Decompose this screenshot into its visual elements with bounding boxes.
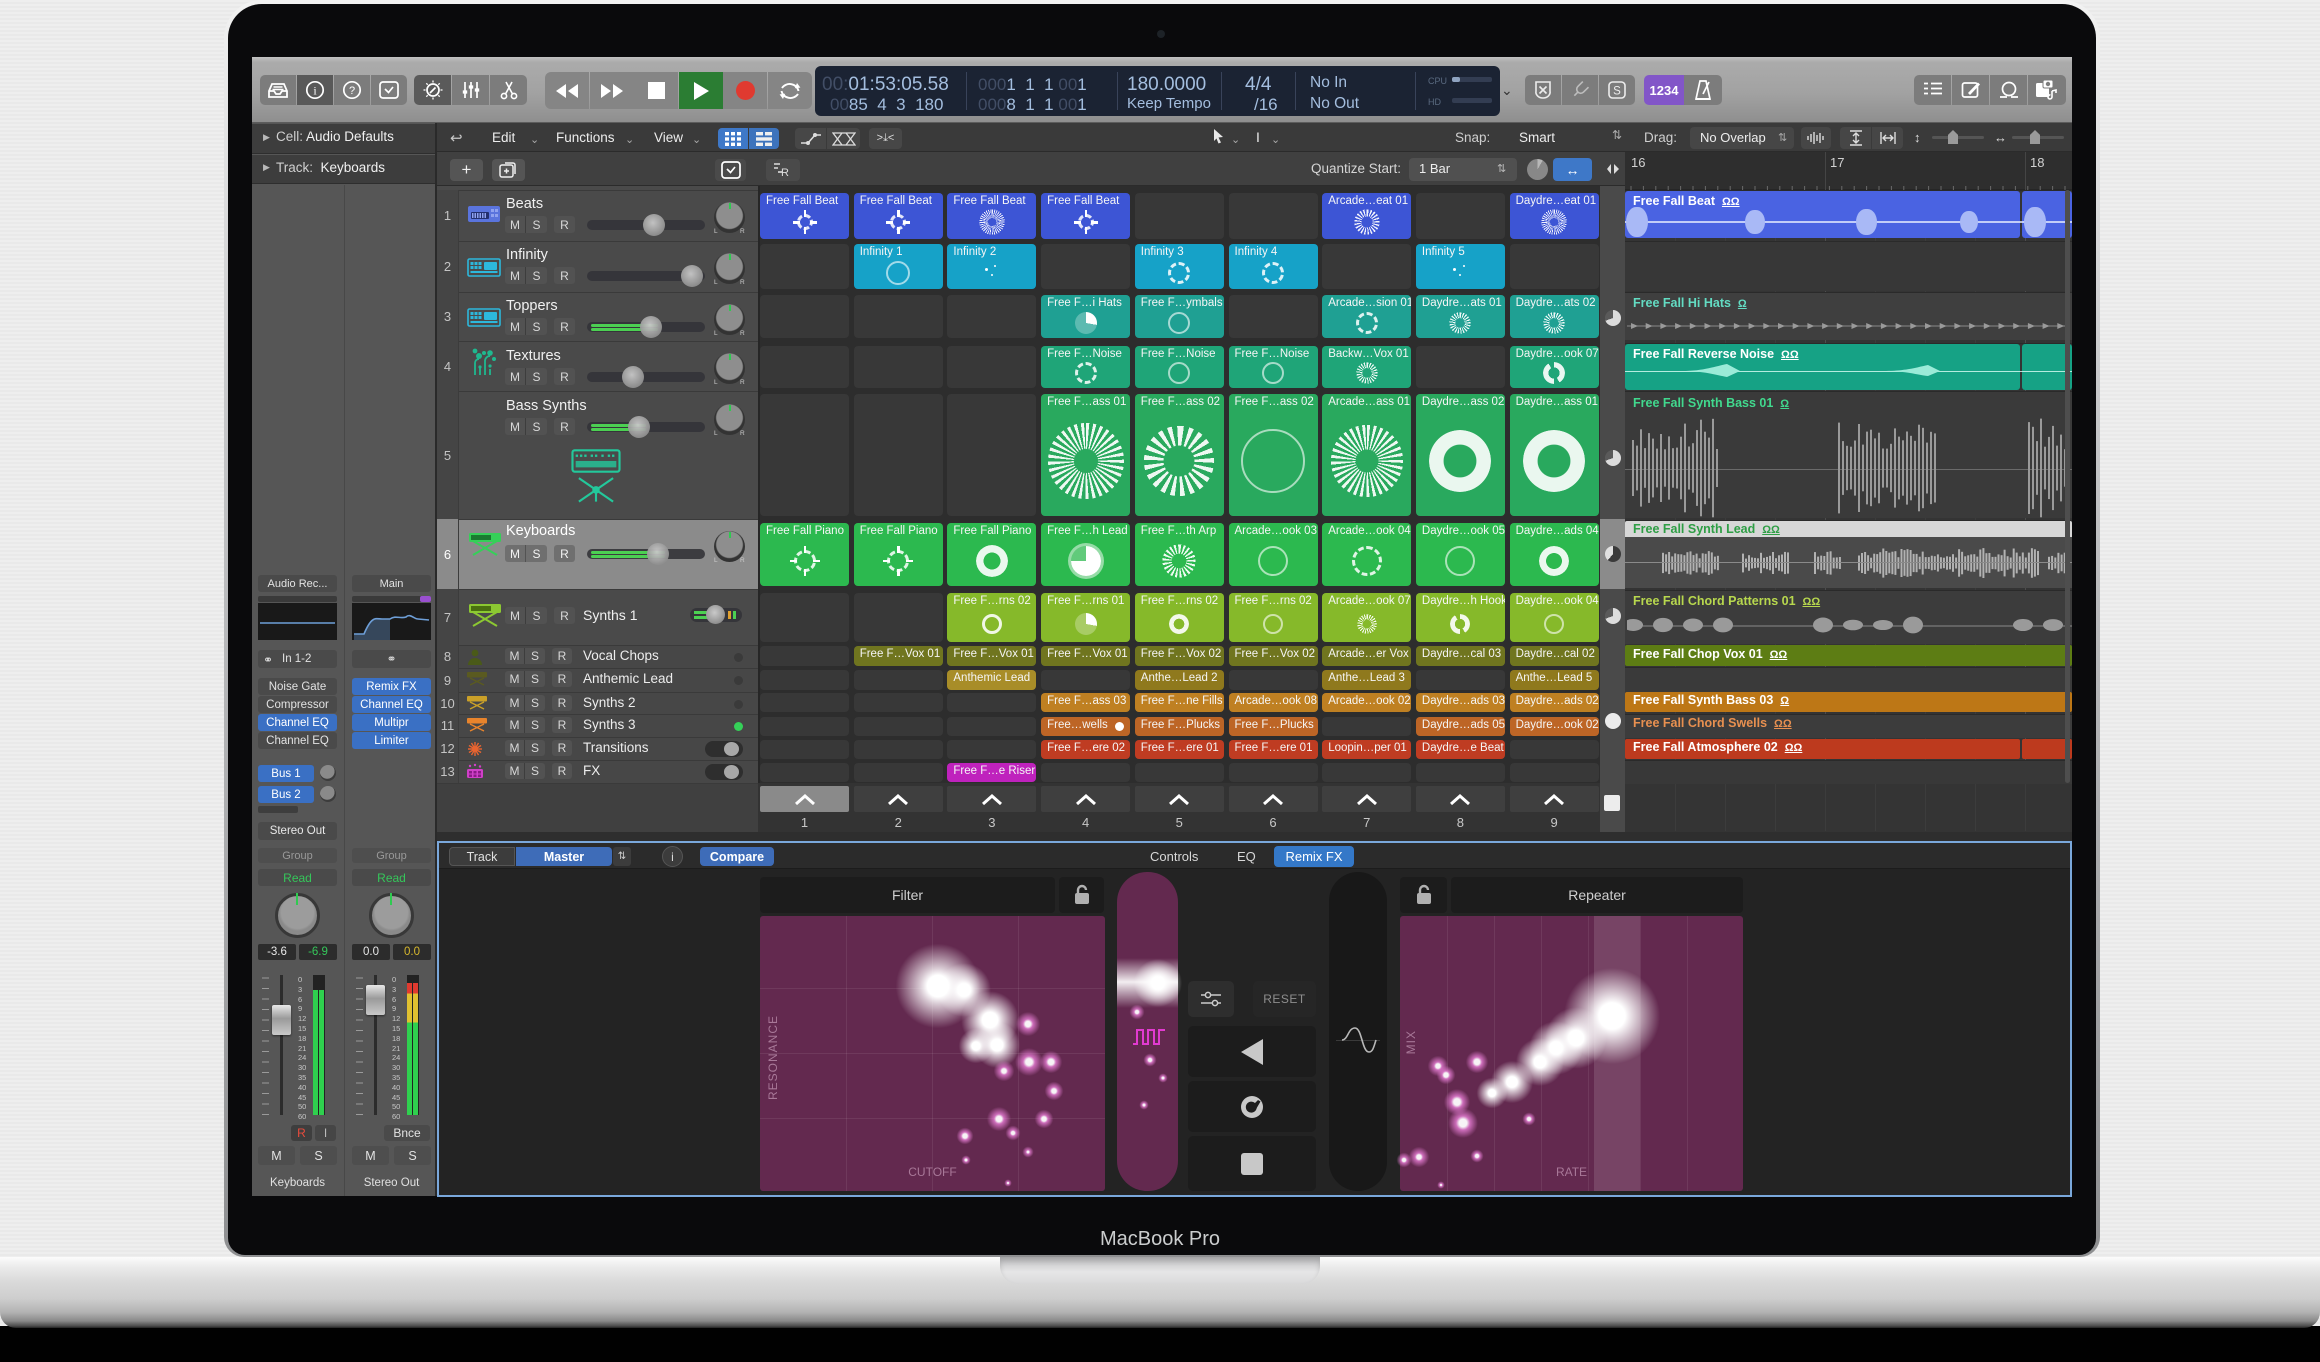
svg-text:R: R — [781, 167, 789, 178]
svg-text:i: i — [313, 84, 317, 98]
svg-text:?: ? — [349, 85, 355, 97]
svg-text:S: S — [1613, 86, 1621, 98]
